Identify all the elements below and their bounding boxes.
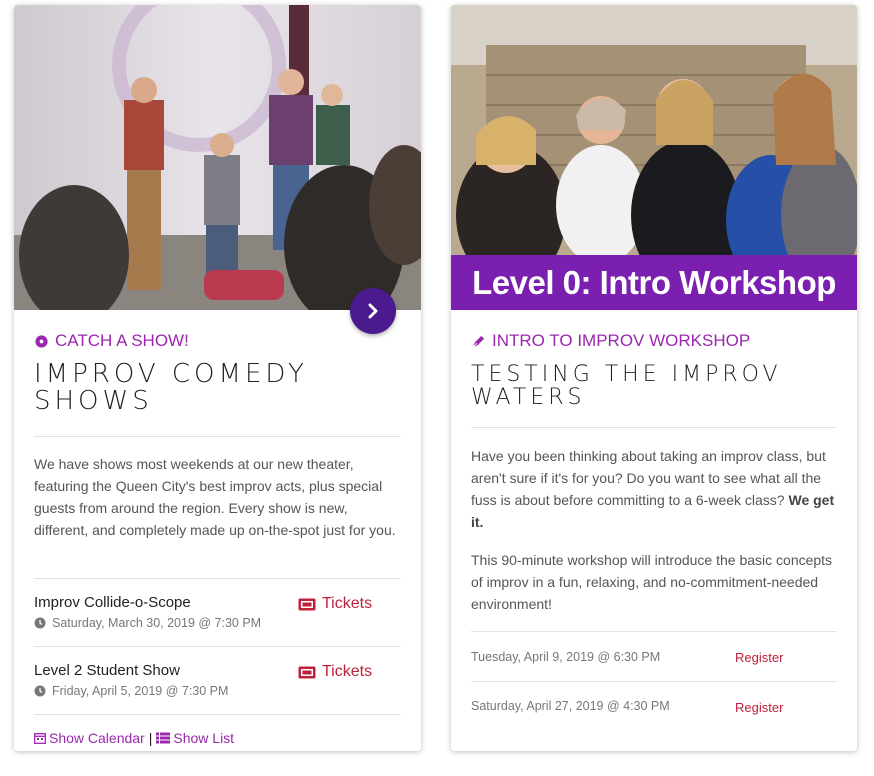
pen-icon	[472, 335, 485, 347]
show-calendar-link[interactable]: Show Calendar	[34, 730, 145, 746]
workshop-photo: Level 0: Intro Workshop	[451, 5, 857, 310]
event-date: Friday, April 5, 2019 @ 7:30 PM	[34, 684, 228, 698]
divider	[34, 714, 401, 715]
divider	[34, 578, 401, 579]
card-eyebrow: INTRO TO IMPROV WORKSHOP	[471, 331, 750, 351]
improv-show-image	[14, 5, 421, 310]
event-date-text: Friday, April 5, 2019 @ 7:30 PM	[52, 684, 229, 698]
footer-links: Show Calendar | Show List	[34, 730, 234, 746]
divider	[471, 631, 837, 632]
divider	[34, 436, 401, 437]
event-title: Level 2 Student Show	[34, 662, 180, 679]
card-eyebrow: CATCH A SHOW!	[34, 331, 189, 351]
card-title: TESTING THE IMPROV WATERS	[471, 363, 782, 409]
badge-icon	[35, 334, 48, 348]
session-date: Tuesday, April 9, 2019 @ 6:30 PM	[471, 650, 661, 664]
title-line: SHOWS	[34, 386, 153, 417]
improv-show-photo	[14, 5, 421, 310]
intro-workshop-card: Level 0: Intro Workshop INTRO TO IMPROV …	[451, 5, 857, 751]
title-line: IMPROV COMEDY	[34, 359, 308, 389]
divider	[471, 427, 837, 428]
show-list-label: Show List	[173, 730, 235, 746]
show-list-link[interactable]: Show List	[156, 730, 234, 746]
description: We have shows most weekends at our new t…	[34, 456, 396, 538]
session-date: Saturday, April 27, 2019 @ 4:30 PM	[471, 699, 670, 713]
description-text: Have you been thinking about taking an i…	[471, 448, 826, 508]
title-line: TESTING THE IMPROV	[471, 362, 782, 387]
tickets-label: Tickets	[322, 663, 373, 680]
list-icon	[156, 732, 171, 744]
register-link[interactable]: Register	[735, 700, 783, 715]
divider	[471, 681, 837, 682]
link-separator: |	[148, 730, 153, 746]
title-line: WATERS	[471, 385, 586, 411]
tickets-link[interactable]: Tickets	[298, 663, 372, 681]
tickets-label: Tickets	[322, 595, 373, 612]
eyebrow-text: INTRO TO IMPROV WORKSHOP	[492, 331, 751, 350]
tickets-link[interactable]: Tickets	[298, 595, 372, 613]
ticket-icon	[298, 666, 316, 678]
chevron-right-icon	[368, 303, 378, 319]
event-date: Saturday, March 30, 2019 @ 7:30 PM	[34, 616, 261, 630]
ticket-icon	[298, 598, 316, 610]
comedy-shows-card: CATCH A SHOW! IMPROV COMEDY SHOWS We hav…	[14, 5, 421, 751]
clock-icon	[34, 617, 46, 629]
calendar-icon	[34, 733, 46, 744]
workshop-banner: Level 0: Intro Workshop	[451, 255, 857, 310]
description-paragraph: This 90-minute workshop will introduce t…	[471, 552, 833, 612]
next-arrow-button[interactable]	[350, 288, 396, 334]
event-date-text: Saturday, March 30, 2019 @ 7:30 PM	[52, 616, 262, 630]
register-link[interactable]: Register	[735, 650, 783, 665]
show-calendar-label: Show Calendar	[49, 730, 145, 746]
description-paragraph: Have you been thinking about taking an i…	[471, 445, 839, 533]
divider	[34, 646, 401, 647]
workshop-image	[451, 5, 857, 290]
card-title: IMPROV COMEDY SHOWS	[34, 359, 308, 417]
eyebrow-text: CATCH A SHOW!	[55, 331, 189, 350]
event-title: Improv Collide-o-Scope	[34, 594, 191, 611]
clock-icon	[34, 685, 46, 697]
